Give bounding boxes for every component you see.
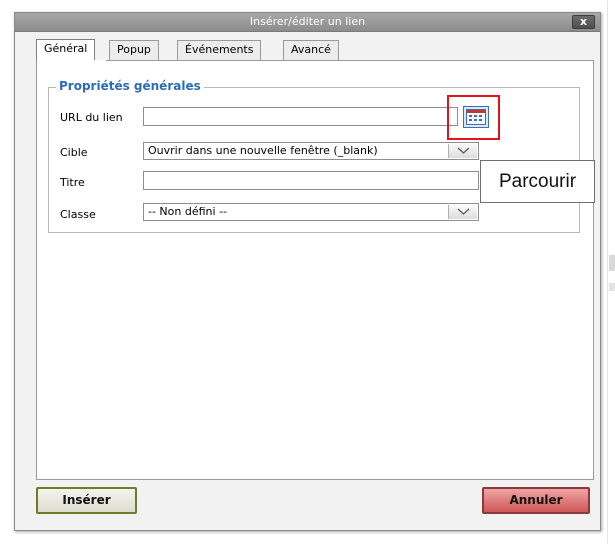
cancel-button[interactable]: Annuler bbox=[482, 487, 590, 514]
tab-general[interactable]: Général bbox=[36, 39, 96, 60]
title-input[interactable] bbox=[143, 171, 479, 190]
insert-button[interactable]: Insérer bbox=[36, 487, 137, 514]
browse-icon[interactable] bbox=[463, 106, 489, 128]
tab-divider bbox=[106, 60, 594, 61]
target-select[interactable]: Ouvrir dans une nouvelle fenêtre (_blank… bbox=[143, 142, 479, 160]
class-select[interactable]: -- Non défini -- bbox=[143, 203, 479, 221]
tab-popup[interactable]: Popup bbox=[109, 40, 159, 60]
dialog-titlebar[interactable]: Insérer/éditer un lien x bbox=[15, 13, 600, 32]
class-select-value: -- Non défini -- bbox=[148, 205, 228, 218]
chevron-down-icon[interactable] bbox=[448, 205, 477, 219]
target-select-value: Ouvrir dans une nouvelle fenêtre (_blank… bbox=[148, 144, 378, 157]
class-label: Classe bbox=[60, 208, 96, 221]
tab-events[interactable]: Événements bbox=[177, 40, 262, 60]
fieldset-legend: Propriétés générales bbox=[56, 79, 204, 93]
browse-tooltip: Parcourir bbox=[480, 160, 595, 203]
url-label: URL du lien bbox=[60, 111, 123, 124]
background-edge bbox=[607, 0, 608, 544]
target-label: Cible bbox=[60, 146, 88, 159]
dialog-title: Insérer/éditer un lien bbox=[249, 15, 366, 28]
chevron-down-icon[interactable] bbox=[448, 144, 477, 158]
close-button[interactable]: x bbox=[572, 15, 595, 29]
tab-advanced[interactable]: Avancé bbox=[283, 40, 339, 60]
background-fragment bbox=[609, 283, 615, 291]
url-input[interactable] bbox=[143, 107, 458, 126]
background-fragment bbox=[609, 255, 615, 271]
title-label: Titre bbox=[60, 176, 85, 189]
